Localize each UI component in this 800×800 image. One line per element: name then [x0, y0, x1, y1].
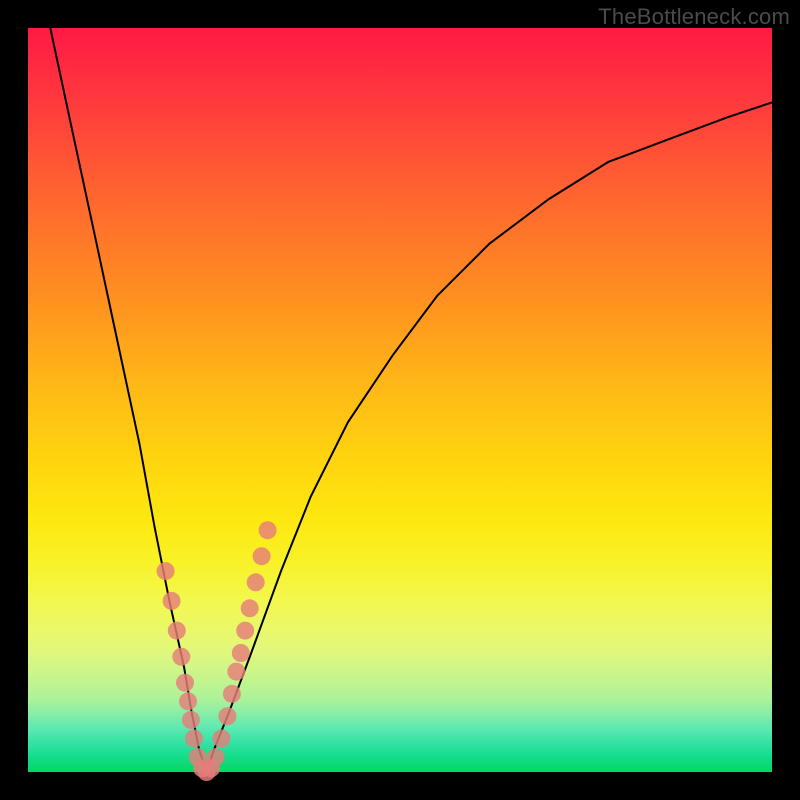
bottleneck-curve-svg [28, 28, 772, 772]
sample-dot [182, 711, 200, 729]
sample-dot [227, 663, 245, 681]
outer-frame: TheBottleneck.com [0, 0, 800, 800]
sample-dot [168, 622, 186, 640]
sample-dot [212, 730, 230, 748]
sample-dot [185, 730, 203, 748]
sample-dot [259, 521, 277, 539]
bottleneck-curve [50, 28, 772, 772]
sample-dot [247, 573, 265, 591]
plot-area [28, 28, 772, 772]
sample-dot [218, 707, 236, 725]
sample-dots-group [157, 521, 277, 781]
sample-dot [207, 748, 225, 766]
sample-dot [236, 622, 254, 640]
sample-dot [172, 648, 190, 666]
watermark-text: TheBottleneck.com [598, 4, 790, 30]
sample-dot [179, 692, 197, 710]
sample-dot [157, 562, 175, 580]
sample-dot [253, 547, 271, 565]
sample-dot [232, 644, 250, 662]
sample-dot [241, 599, 259, 617]
sample-dot [163, 592, 181, 610]
sample-dot [223, 685, 241, 703]
sample-dot [176, 674, 194, 692]
